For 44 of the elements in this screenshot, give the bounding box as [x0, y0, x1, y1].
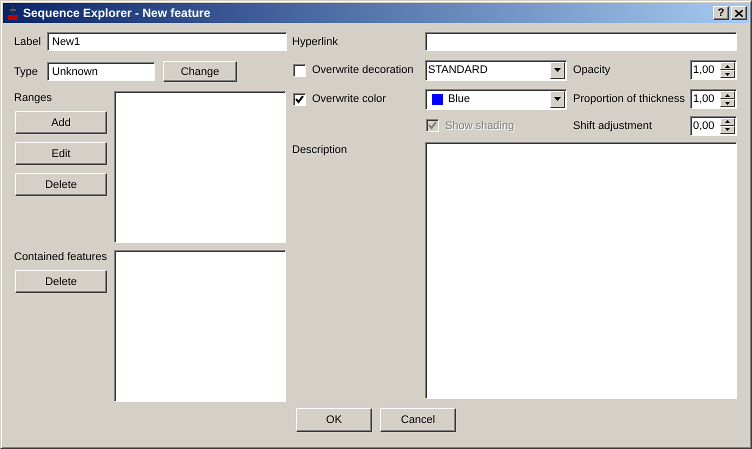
- spin-label: Shift adjustment: [573, 120, 653, 132]
- dropdown-arrow-icon: [554, 68, 561, 72]
- field-label: Hyperlink: [292, 36, 339, 48]
- features-list[interactable]: [114, 250, 286, 402]
- up-arrow-icon: [725, 94, 730, 96]
- range-button[interactable]: Edit: [15, 142, 107, 165]
- section-label: Ranges: [14, 92, 53, 105]
- field-label: Label: [14, 36, 42, 48]
- range-button[interactable]: Delete: [15, 173, 107, 196]
- type-field[interactable]: Unknown: [47, 62, 155, 81]
- down-arrow-icon: [725, 72, 730, 76]
- delete-button[interactable]: Delete: [15, 270, 107, 293]
- app-icon: [8, 6, 18, 20]
- dropdown-arrow-icon: [554, 97, 561, 101]
- change-button[interactable]: Change: [163, 61, 237, 82]
- spin-label: Proportion of thickness: [573, 93, 686, 105]
- up-arrow-icon: [725, 120, 730, 123]
- description-field[interactable]: [425, 142, 737, 399]
- checkbox-option[interactable]: Overwrite color: [292, 92, 425, 106]
- dialog-button[interactable]: Cancel: [380, 408, 456, 432]
- spin-box[interactable]: 0,00: [690, 116, 737, 136]
- spin-box[interactable]: 1,00: [690, 89, 737, 109]
- close-button[interactable]: [731, 6, 747, 20]
- ranges-list[interactable]: [114, 91, 286, 243]
- hyperlink-field[interactable]: [425, 32, 737, 51]
- field-label: Type: [14, 66, 39, 78]
- up-arrow-icon: [725, 64, 730, 68]
- spin-box[interactable]: 1,00: [690, 60, 737, 80]
- checkbox-option[interactable]: Overwrite decoration: [292, 64, 425, 76]
- dropdown[interactable]: STANDARD: [425, 60, 567, 80]
- spin-label: Opacity: [573, 64, 612, 76]
- close-icon: [735, 10, 743, 16]
- label-field[interactable]: New1: [47, 32, 287, 51]
- down-arrow-icon: [725, 128, 730, 131]
- section-label: Contained features: [14, 251, 108, 264]
- checkmark-icon: [428, 121, 437, 130]
- checkmark-icon: [295, 94, 304, 104]
- field-label: Description: [292, 144, 348, 156]
- down-arrow-icon: [725, 102, 730, 104]
- help-button[interactable]: ?: [713, 6, 729, 20]
- dropdown[interactable]: Blue: [425, 88, 567, 110]
- dialog-button[interactable]: OK: [296, 408, 372, 432]
- window-title: Sequence Explorer - New feature: [23, 6, 210, 20]
- range-button[interactable]: Add: [15, 111, 107, 134]
